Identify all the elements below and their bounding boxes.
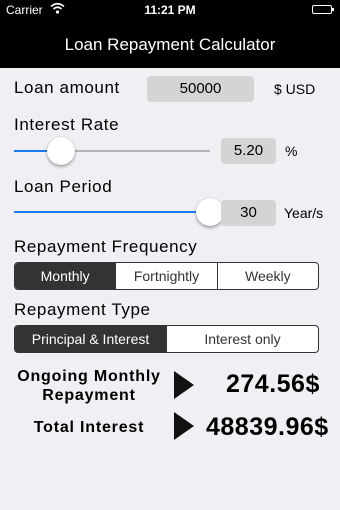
repayment-frequency-label: Repayment Frequency: [14, 237, 198, 256]
monthly-repayment-label-line1: Ongoing Monthly: [17, 368, 161, 385]
loan-period-field[interactable]: 30: [221, 200, 276, 226]
interest-rate-slider-thumb[interactable]: [47, 137, 75, 165]
loan-period-slider-thumb[interactable]: [196, 198, 224, 226]
clock: 11:21 PM: [144, 3, 196, 17]
page-title: Loan Repayment Calculator: [64, 35, 276, 54]
loan-period-slider-fill: [14, 211, 210, 213]
repayment-type-label: Repayment Type: [14, 300, 151, 319]
repayment-frequency-segmented-control: Monthly Fortnightly Weekly: [14, 262, 319, 290]
loan-amount-label: Loan amount: [14, 78, 120, 97]
battery-icon: [312, 5, 334, 14]
loan-period-unit: Year/s: [284, 205, 324, 221]
segment-weekly[interactable]: Weekly: [216, 263, 318, 289]
interest-rate-label: Interest Rate: [14, 115, 120, 134]
segment-fortnightly[interactable]: Fortnightly: [115, 263, 216, 289]
total-interest-label: Total Interest: [33, 419, 145, 436]
play-arrow-icon: [174, 412, 194, 440]
repayment-type-segmented-control: Principal & Interest Interest only: [14, 325, 319, 353]
segment-monthly[interactable]: Monthly: [15, 263, 116, 289]
monthly-repayment-label: Ongoing Monthly Repayment: [14, 367, 164, 405]
total-interest-value: 48839.96$: [206, 413, 329, 441]
loan-amount-field[interactable]: 50000: [147, 76, 254, 102]
interest-rate-field[interactable]: 5.20: [221, 138, 276, 164]
segment-interest-only[interactable]: Interest only: [166, 326, 318, 352]
interest-rate-unit: %: [285, 143, 298, 159]
loan-period-label: Loan Period: [14, 177, 113, 196]
monthly-repayment-label-line2: Repayment: [42, 387, 136, 404]
play-arrow-icon: [174, 371, 194, 399]
segment-principal-interest[interactable]: Principal & Interest: [15, 326, 166, 352]
monthly-repayment-value: 274.56$: [226, 370, 320, 398]
loan-amount-unit: $ USD: [274, 81, 316, 97]
nav-bar: Loan Repayment Calculator: [0, 20, 340, 68]
status-bar: Carrier 11:21 PM: [0, 0, 340, 20]
interest-rate-slider-track[interactable]: [14, 150, 210, 152]
loan-period-slider-track[interactable]: [14, 211, 210, 213]
